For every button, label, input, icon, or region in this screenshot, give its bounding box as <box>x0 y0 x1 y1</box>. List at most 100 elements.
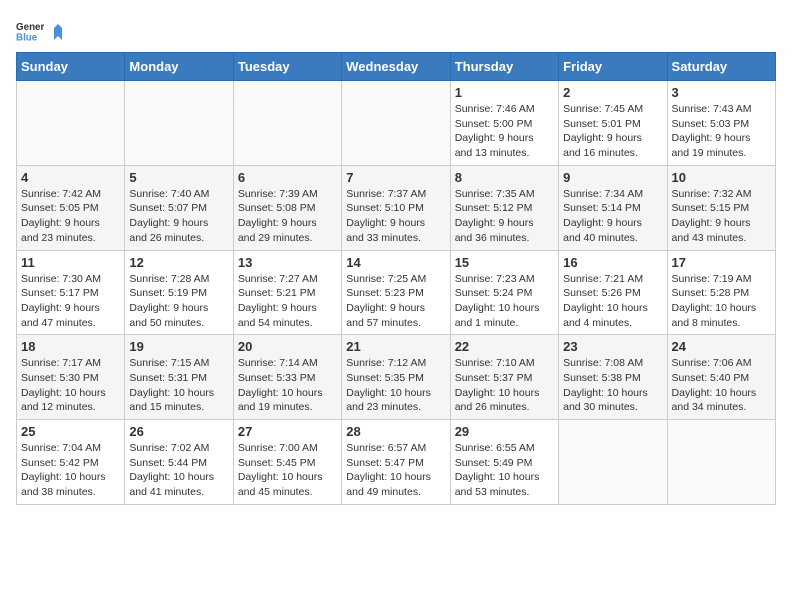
day-number: 20 <box>238 339 337 354</box>
svg-text:Blue: Blue <box>16 33 38 44</box>
calendar-cell: 19 Sunrise: 7:15 AM Sunset: 5:31 PM Dayli… <box>125 335 233 420</box>
calendar-cell: 4 Sunrise: 7:42 AM Sunset: 5:05 PM Daylig… <box>17 165 125 250</box>
calendar-cell: 25 Sunrise: 7:04 AM Sunset: 5:42 PM Dayli… <box>17 420 125 505</box>
day-number: 12 <box>129 255 228 270</box>
day-number: 7 <box>346 170 445 185</box>
calendar-cell: 1 Sunrise: 7:46 AM Sunset: 5:00 PM Daylig… <box>450 81 558 166</box>
calendar-cell: 29 Sunrise: 6:55 AM Sunset: 5:49 PM Dayli… <box>450 420 558 505</box>
day-number: 11 <box>21 255 120 270</box>
day-info: Sunrise: 7:39 AM Sunset: 5:08 PM Dayligh… <box>238 187 337 246</box>
calendar-cell: 21 Sunrise: 7:12 AM Sunset: 5:35 PM Dayli… <box>342 335 450 420</box>
day-info: Sunrise: 7:04 AM Sunset: 5:42 PM Dayligh… <box>21 441 120 500</box>
day-info: Sunrise: 7:06 AM Sunset: 5:40 PM Dayligh… <box>672 356 771 415</box>
day-info: Sunrise: 6:55 AM Sunset: 5:49 PM Dayligh… <box>455 441 554 500</box>
calendar-cell: 17 Sunrise: 7:19 AM Sunset: 5:28 PM Dayli… <box>667 250 775 335</box>
day-info: Sunrise: 6:57 AM Sunset: 5:47 PM Dayligh… <box>346 441 445 500</box>
day-info: Sunrise: 7:15 AM Sunset: 5:31 PM Dayligh… <box>129 356 228 415</box>
calendar-cell: 8Sunrise: 7:35 AM Sunset: 5:12 PM Daylig… <box>450 165 558 250</box>
day-info: Sunrise: 7:23 AM Sunset: 5:24 PM Dayligh… <box>455 272 554 331</box>
calendar-cell: 16 Sunrise: 7:21 AM Sunset: 5:26 PM Dayli… <box>559 250 667 335</box>
calendar-cell: 24 Sunrise: 7:06 AM Sunset: 5:40 PM Dayli… <box>667 335 775 420</box>
calendar-day-header: Thursday <box>450 53 558 81</box>
calendar-cell: 26 Sunrise: 7:02 AM Sunset: 5:44 PM Dayli… <box>125 420 233 505</box>
logo-icon: General Blue <box>16 16 44 44</box>
calendar-cell: 20Sunrise: 7:14 AM Sunset: 5:33 PM Dayli… <box>233 335 341 420</box>
day-info: Sunrise: 7:30 AM Sunset: 5:17 PM Dayligh… <box>21 272 120 331</box>
day-info: Sunrise: 7:34 AM Sunset: 5:14 PM Dayligh… <box>563 187 662 246</box>
calendar-week-row: 18Sunrise: 7:17 AM Sunset: 5:30 PM Dayli… <box>17 335 776 420</box>
day-number: 17 <box>672 255 771 270</box>
day-number: 1 <box>455 85 554 100</box>
calendar-cell: 6 Sunrise: 7:39 AM Sunset: 5:08 PM Daylig… <box>233 165 341 250</box>
day-number: 4 <box>21 170 120 185</box>
day-number: 3 <box>672 85 771 100</box>
day-info: Sunrise: 7:32 AM Sunset: 5:15 PM Dayligh… <box>672 187 771 246</box>
day-number: 2 <box>563 85 662 100</box>
calendar-cell: 22Sunrise: 7:10 AM Sunset: 5:37 PM Dayli… <box>450 335 558 420</box>
calendar-cell <box>559 420 667 505</box>
calendar-table: SundayMondayTuesdayWednesdayThursdayFrid… <box>16 52 776 505</box>
calendar-cell <box>342 81 450 166</box>
calendar-cell <box>125 81 233 166</box>
calendar-cell: 3Sunrise: 7:43 AM Sunset: 5:03 PM Daylig… <box>667 81 775 166</box>
day-info: Sunrise: 7:00 AM Sunset: 5:45 PM Dayligh… <box>238 441 337 500</box>
day-number: 26 <box>129 424 228 439</box>
calendar-day-header: Wednesday <box>342 53 450 81</box>
calendar-cell: 9 Sunrise: 7:34 AM Sunset: 5:14 PM Daylig… <box>559 165 667 250</box>
logo-bird-icon <box>48 22 68 42</box>
day-number: 6 <box>238 170 337 185</box>
day-number: 14 <box>346 255 445 270</box>
page-header: General Blue <box>16 16 776 44</box>
calendar-cell: 18Sunrise: 7:17 AM Sunset: 5:30 PM Dayli… <box>17 335 125 420</box>
calendar-cell: 13Sunrise: 7:27 AM Sunset: 5:21 PM Dayli… <box>233 250 341 335</box>
calendar-cell: 5 Sunrise: 7:40 AM Sunset: 5:07 PM Daylig… <box>125 165 233 250</box>
calendar-cell: 2 Sunrise: 7:45 AM Sunset: 5:01 PM Daylig… <box>559 81 667 166</box>
calendar-week-row: 25 Sunrise: 7:04 AM Sunset: 5:42 PM Dayli… <box>17 420 776 505</box>
calendar-cell: 11 Sunrise: 7:30 AM Sunset: 5:17 PM Dayli… <box>17 250 125 335</box>
calendar-week-row: 4 Sunrise: 7:42 AM Sunset: 5:05 PM Daylig… <box>17 165 776 250</box>
day-number: 25 <box>21 424 120 439</box>
day-number: 19 <box>129 339 228 354</box>
day-info: Sunrise: 7:19 AM Sunset: 5:28 PM Dayligh… <box>672 272 771 331</box>
day-info: Sunrise: 7:10 AM Sunset: 5:37 PM Dayligh… <box>455 356 554 415</box>
calendar-cell: 7 Sunrise: 7:37 AM Sunset: 5:10 PM Daylig… <box>342 165 450 250</box>
day-info: Sunrise: 7:21 AM Sunset: 5:26 PM Dayligh… <box>563 272 662 331</box>
calendar-cell: 14 Sunrise: 7:25 AM Sunset: 5:23 PM Dayli… <box>342 250 450 335</box>
day-number: 16 <box>563 255 662 270</box>
day-info: Sunrise: 7:45 AM Sunset: 5:01 PM Dayligh… <box>563 102 662 161</box>
calendar-day-header: Tuesday <box>233 53 341 81</box>
day-info: Sunrise: 7:42 AM Sunset: 5:05 PM Dayligh… <box>21 187 120 246</box>
calendar-day-header: Sunday <box>17 53 125 81</box>
day-info: Sunrise: 7:02 AM Sunset: 5:44 PM Dayligh… <box>129 441 228 500</box>
day-info: Sunrise: 7:28 AM Sunset: 5:19 PM Dayligh… <box>129 272 228 331</box>
day-number: 27 <box>238 424 337 439</box>
day-info: Sunrise: 7:08 AM Sunset: 5:38 PM Dayligh… <box>563 356 662 415</box>
day-number: 24 <box>672 339 771 354</box>
day-number: 15 <box>455 255 554 270</box>
day-info: Sunrise: 7:40 AM Sunset: 5:07 PM Dayligh… <box>129 187 228 246</box>
calendar-cell: 28 Sunrise: 6:57 AM Sunset: 5:47 PM Dayli… <box>342 420 450 505</box>
day-info: Sunrise: 7:46 AM Sunset: 5:00 PM Dayligh… <box>455 102 554 161</box>
day-number: 18 <box>21 339 120 354</box>
day-number: 9 <box>563 170 662 185</box>
calendar-cell: 23Sunrise: 7:08 AM Sunset: 5:38 PM Dayli… <box>559 335 667 420</box>
logo: General Blue <box>16 16 68 44</box>
day-number: 8 <box>455 170 554 185</box>
day-number: 21 <box>346 339 445 354</box>
calendar-day-header: Friday <box>559 53 667 81</box>
calendar-cell: 12 Sunrise: 7:28 AM Sunset: 5:19 PM Dayli… <box>125 250 233 335</box>
day-info: Sunrise: 7:27 AM Sunset: 5:21 PM Dayligh… <box>238 272 337 331</box>
calendar-cell: 27 Sunrise: 7:00 AM Sunset: 5:45 PM Dayli… <box>233 420 341 505</box>
calendar-cell <box>667 420 775 505</box>
svg-text:General: General <box>16 22 44 33</box>
day-info: Sunrise: 7:25 AM Sunset: 5:23 PM Dayligh… <box>346 272 445 331</box>
day-number: 5 <box>129 170 228 185</box>
day-number: 28 <box>346 424 445 439</box>
day-info: Sunrise: 7:12 AM Sunset: 5:35 PM Dayligh… <box>346 356 445 415</box>
day-info: Sunrise: 7:37 AM Sunset: 5:10 PM Dayligh… <box>346 187 445 246</box>
day-number: 29 <box>455 424 554 439</box>
calendar-cell: 10 Sunrise: 7:32 AM Sunset: 5:15 PM Dayli… <box>667 165 775 250</box>
day-number: 10 <box>672 170 771 185</box>
calendar-cell: 15 Sunrise: 7:23 AM Sunset: 5:24 PM Dayli… <box>450 250 558 335</box>
calendar-cell <box>233 81 341 166</box>
